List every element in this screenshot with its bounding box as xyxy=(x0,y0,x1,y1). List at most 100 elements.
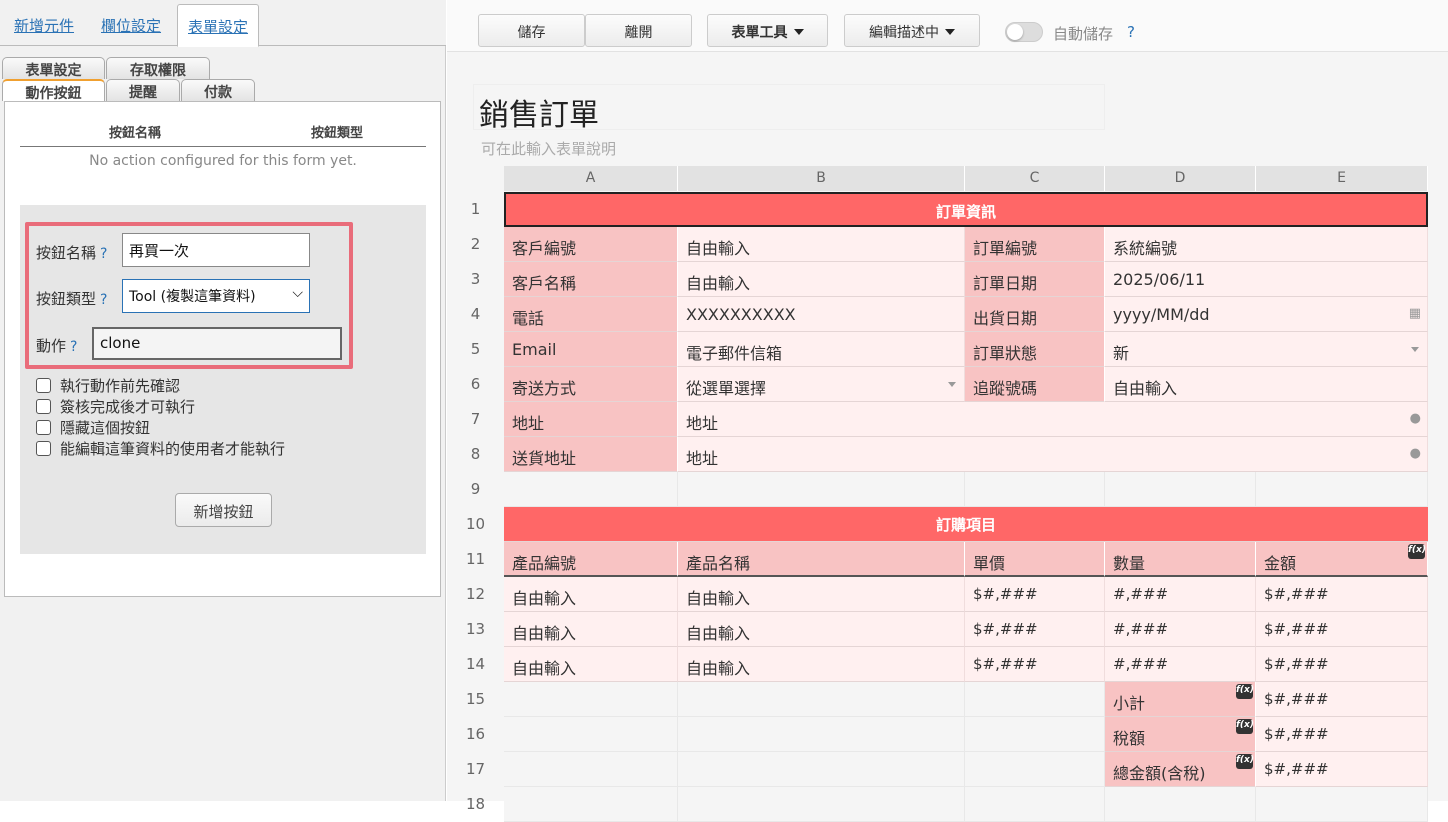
confirm-checkbox[interactable]: 執行動作前先確認 xyxy=(36,375,180,396)
field-value[interactable]: 自由輸入 xyxy=(678,262,965,297)
item-cell[interactable]: #,### xyxy=(1105,612,1256,647)
field-label[interactable]: 寄送方式 xyxy=(504,367,678,402)
empty-cell[interactable] xyxy=(965,717,1105,752)
item-cell[interactable]: 自由輸入 xyxy=(504,612,678,647)
item-column-header[interactable]: 產品編號 xyxy=(504,542,678,577)
empty-cell[interactable] xyxy=(678,787,965,822)
field-label[interactable]: 訂單編號 xyxy=(965,227,1105,262)
total-value[interactable]: $#,### xyxy=(1256,682,1428,717)
help-icon[interactable]: ? xyxy=(70,339,77,355)
row-number[interactable]: 9 xyxy=(447,480,504,498)
leave-button[interactable]: 離開 xyxy=(585,14,692,47)
form-tools-button[interactable]: 表單工具 xyxy=(707,14,828,47)
item-cell[interactable]: 自由輸入 xyxy=(678,577,965,612)
field-label[interactable]: 客戶編號 xyxy=(504,227,678,262)
row-number[interactable]: 4 xyxy=(447,305,504,323)
empty-cell[interactable] xyxy=(965,752,1105,787)
empty-cell[interactable] xyxy=(1105,787,1256,822)
field-value[interactable]: 電子郵件信箱 xyxy=(678,332,965,367)
field-value[interactable]: 自由輸入 xyxy=(678,227,965,262)
add-button[interactable]: 新增按鈕 xyxy=(175,493,272,527)
action-input[interactable]: clone xyxy=(92,327,342,360)
total-label[interactable]: 稅額 f(x) xyxy=(1105,717,1256,752)
field-label[interactable]: 客戶名稱 xyxy=(504,262,678,297)
field-label[interactable]: 追蹤號碼 xyxy=(965,367,1105,402)
subtab-action-buttons[interactable]: 動作按鈕 xyxy=(2,79,105,102)
row-number[interactable]: 14 xyxy=(447,655,504,673)
field-value[interactable]: 自由輸入 xyxy=(1105,367,1428,402)
empty-cell[interactable] xyxy=(504,787,678,822)
form-description[interactable]: 可在此輸入表單說明 xyxy=(481,138,616,159)
total-value[interactable]: $#,### xyxy=(1256,717,1428,752)
empty-cell[interactable] xyxy=(678,472,965,507)
checkbox[interactable] xyxy=(36,420,51,435)
row-number[interactable]: 1 xyxy=(447,200,504,218)
column-header-d[interactable]: D xyxy=(1105,166,1256,191)
checkbox[interactable] xyxy=(36,399,51,414)
empty-cell[interactable] xyxy=(1256,787,1428,822)
row-number[interactable]: 18 xyxy=(447,795,504,813)
total-label[interactable]: 總金額(含稅) f(x) xyxy=(1105,752,1256,787)
row-number[interactable]: 11 xyxy=(447,550,504,568)
column-header-a[interactable]: A xyxy=(504,166,678,191)
subtab-reminders[interactable]: 提醒 xyxy=(106,79,180,101)
save-button[interactable]: 儲存 xyxy=(478,14,585,47)
item-cell[interactable]: $#,### xyxy=(965,612,1105,647)
empty-cell[interactable] xyxy=(504,682,678,717)
tab-form-settings[interactable]: 表單設定 xyxy=(177,4,260,47)
editors-only-checkbox[interactable]: 能編輯這筆資料的使用者才能執行 xyxy=(36,438,285,459)
empty-cell[interactable] xyxy=(678,717,965,752)
field-label[interactable]: 訂單狀態 xyxy=(965,332,1105,367)
address-field[interactable]: 地址 ● xyxy=(678,437,1428,472)
item-cell[interactable]: $#,### xyxy=(1256,612,1428,647)
item-column-header[interactable]: 金額 f(x) xyxy=(1256,542,1428,577)
item-cell[interactable]: 自由輸入 xyxy=(504,577,678,612)
row-number[interactable]: 16 xyxy=(447,725,504,743)
empty-cell[interactable] xyxy=(504,717,678,752)
row-number[interactable]: 15 xyxy=(447,690,504,708)
item-cell[interactable]: $#,### xyxy=(1256,577,1428,612)
field-value[interactable]: 新 xyxy=(1105,332,1428,367)
checkbox[interactable] xyxy=(36,378,51,393)
item-cell[interactable]: 自由輸入 xyxy=(504,647,678,682)
field-value[interactable]: 2025/06/11 xyxy=(1105,262,1428,297)
column-header-b[interactable]: B xyxy=(678,166,965,191)
row-number[interactable]: 17 xyxy=(447,760,504,778)
edit-description-button[interactable]: 編輯描述中 xyxy=(844,14,980,47)
row-number[interactable]: 5 xyxy=(447,340,504,358)
help-icon[interactable]: ? xyxy=(1127,23,1135,41)
help-icon[interactable]: ? xyxy=(100,246,107,262)
row-number[interactable]: 13 xyxy=(447,620,504,638)
empty-cell[interactable] xyxy=(1105,472,1256,507)
item-column-header[interactable]: 產品名稱 xyxy=(678,542,965,577)
section-title-order-info[interactable]: 訂單資訊 xyxy=(504,192,1428,227)
checkbox[interactable] xyxy=(36,441,51,456)
column-header-c[interactable]: C xyxy=(965,166,1105,191)
empty-cell[interactable] xyxy=(678,682,965,717)
empty-cell[interactable] xyxy=(965,472,1105,507)
total-value[interactable]: $#,### xyxy=(1256,752,1428,787)
row-number[interactable]: 8 xyxy=(447,445,504,463)
subtab-payment[interactable]: 付款 xyxy=(181,79,255,101)
empty-cell[interactable] xyxy=(678,752,965,787)
field-label[interactable]: 出貨日期 xyxy=(965,297,1105,332)
total-label[interactable]: 小計 f(x) xyxy=(1105,682,1256,717)
after-approval-checkbox[interactable]: 簽核完成後才可執行 xyxy=(36,396,195,417)
field-label[interactable]: 訂單日期 xyxy=(965,262,1105,297)
tab-add-component[interactable]: 新增元件 xyxy=(14,15,74,36)
row-number[interactable]: 7 xyxy=(447,410,504,428)
row-number[interactable]: 6 xyxy=(447,375,504,393)
field-value[interactable]: 從選單選擇 xyxy=(678,367,965,402)
form-title[interactable]: 銷售訂單 xyxy=(479,90,599,134)
field-value[interactable]: 系統編號 xyxy=(1105,227,1428,262)
field-value[interactable]: yyyy/MM/dd ▦ xyxy=(1105,297,1428,332)
subtab-access[interactable]: 存取權限 xyxy=(106,57,210,79)
empty-cell[interactable] xyxy=(965,787,1105,822)
row-number[interactable]: 3 xyxy=(447,270,504,288)
field-label[interactable]: 送貨地址 xyxy=(504,437,678,472)
help-icon[interactable]: ? xyxy=(100,292,107,308)
hide-button-checkbox[interactable]: 隱藏這個按鈕 xyxy=(36,417,150,438)
item-cell[interactable]: #,### xyxy=(1105,577,1256,612)
row-number[interactable]: 12 xyxy=(447,585,504,603)
item-cell[interactable]: $#,### xyxy=(965,647,1105,682)
